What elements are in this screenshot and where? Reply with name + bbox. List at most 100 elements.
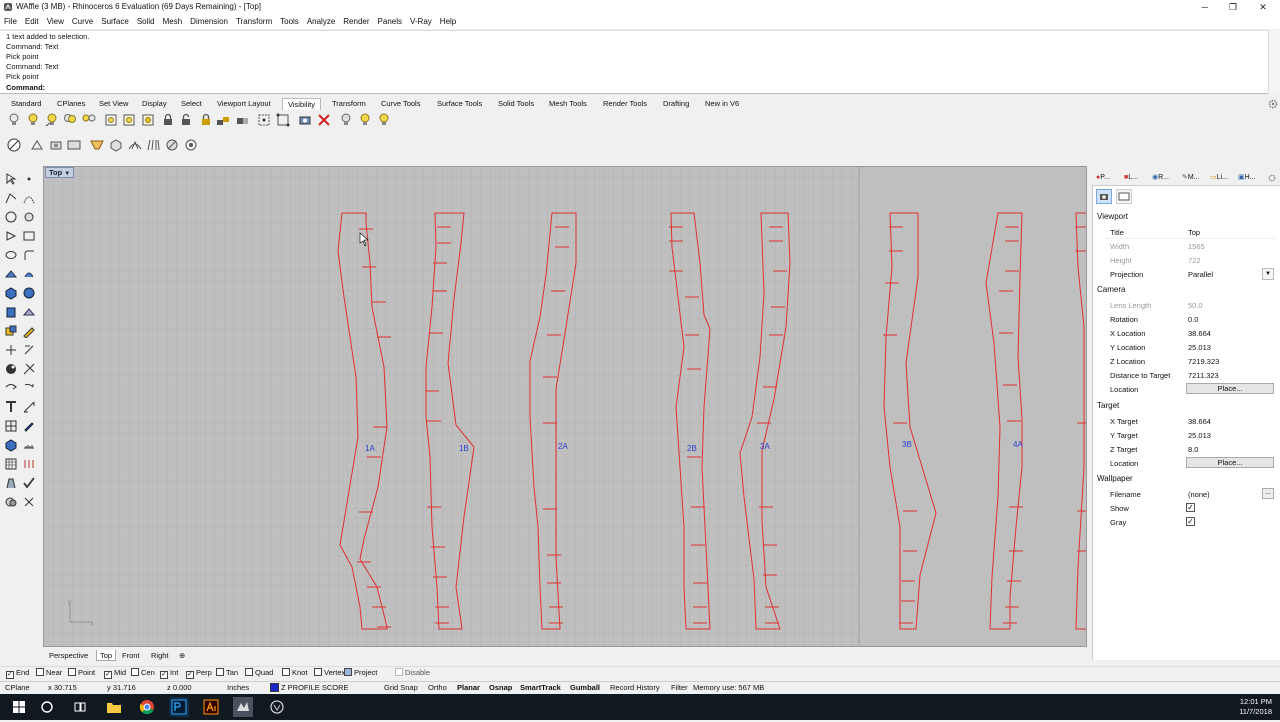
tab-cplanes[interactable]: CPlanes xyxy=(52,98,90,110)
illustrator-icon[interactable] xyxy=(201,697,221,717)
status-layer[interactable]: Z PROFILE SCORE xyxy=(281,683,349,693)
osnap-checkbox[interactable]: ✓ xyxy=(6,671,14,679)
menu-analyze[interactable]: Analyze xyxy=(303,15,339,26)
panel-tab-render[interactable]: ◉R... xyxy=(1152,172,1169,184)
gray-checkbox[interactable]: ✓ xyxy=(1186,517,1195,526)
array-icon[interactable] xyxy=(4,381,18,395)
detail-properties-icon[interactable] xyxy=(1116,189,1132,204)
osnap-mid[interactable]: ✓ Mid xyxy=(104,668,126,679)
filename-browse-button[interactable]: ... xyxy=(1262,488,1274,499)
show-objects-bulb-icon[interactable] xyxy=(6,112,22,128)
lock-icon[interactable] xyxy=(160,112,176,128)
mesh-tool-icon[interactable] xyxy=(22,305,36,319)
menu-tools[interactable]: Tools xyxy=(276,15,303,26)
unlock-icon[interactable] xyxy=(178,112,194,128)
panel-tab-materials[interactable]: ✎M... xyxy=(1182,172,1200,184)
osnap-cen[interactable]: Cen xyxy=(131,668,155,678)
prop-x-target-value[interactable]: 38.664 xyxy=(1188,417,1211,426)
toggle-gumball[interactable]: Gumball xyxy=(570,683,600,693)
prop-rotation-value[interactable]: 0.0 xyxy=(1188,315,1198,324)
toggle-ortho[interactable]: Ortho xyxy=(428,683,447,693)
toggle-record-history[interactable]: Record History xyxy=(610,683,660,693)
lock-selected-icon[interactable] xyxy=(197,112,213,128)
viewport-tab-front[interactable]: Front xyxy=(119,650,143,661)
prop-distance-value[interactable]: 7211.323 xyxy=(1188,371,1219,380)
text-icon[interactable] xyxy=(4,400,18,414)
panel-tab-layers[interactable]: ■L... xyxy=(1124,172,1138,184)
panel-tab-libraries[interactable]: ▭Li... xyxy=(1210,172,1228,184)
add-viewport-tab-button[interactable]: ⊕ xyxy=(176,650,188,661)
chrome-icon[interactable] xyxy=(137,697,157,717)
vray-icon[interactable] xyxy=(267,697,287,717)
projection-chevron-down-icon[interactable]: ▼ xyxy=(1262,268,1274,280)
taskbar-clock[interactable]: 12:01 PM 11/7/2018 xyxy=(1239,697,1272,717)
swap-locked-icon[interactable] xyxy=(215,112,231,128)
solid-box-icon[interactable] xyxy=(4,286,18,300)
tab-curve-tools[interactable]: Curve Tools xyxy=(376,98,425,110)
show-bulb-2-icon[interactable] xyxy=(376,112,392,128)
windows-start-icon[interactable] xyxy=(9,697,29,717)
prop-projection-select[interactable]: Parallel xyxy=(1188,270,1213,279)
menu-help[interactable]: Help xyxy=(436,15,460,26)
osnap-tan[interactable]: Tan xyxy=(216,668,238,678)
analyze-icon[interactable] xyxy=(4,476,18,490)
command-scrollbar[interactable] xyxy=(1268,30,1280,94)
block-icon[interactable] xyxy=(4,419,18,433)
osnap-checkbox[interactable] xyxy=(131,668,139,676)
tab-visibility[interactable]: Visibility xyxy=(282,98,321,110)
osnap-end[interactable]: ✓ End xyxy=(6,668,29,679)
tab-transform[interactable]: Transform xyxy=(327,98,371,110)
show-points-icon[interactable] xyxy=(275,112,291,128)
menu-edit[interactable]: Edit xyxy=(21,15,43,26)
menu-solid[interactable]: Solid xyxy=(133,15,159,26)
file-explorer-icon[interactable] xyxy=(104,697,124,717)
cut-plane-icon[interactable] xyxy=(29,137,45,153)
osnap-checkbox[interactable]: ✓ xyxy=(186,671,194,679)
delete-hidden-icon[interactable] xyxy=(316,112,332,128)
check-icon[interactable] xyxy=(22,476,36,490)
close-button[interactable]: ✕ xyxy=(1246,0,1280,15)
dimension-icon[interactable] xyxy=(22,400,36,414)
tab-display[interactable]: Display xyxy=(137,98,172,110)
hide-camera-icon[interactable] xyxy=(297,112,313,128)
panel-gear-icon[interactable] xyxy=(1268,174,1276,182)
prop-y-target-value[interactable]: 25.013 xyxy=(1188,431,1211,440)
task-view-icon[interactable] xyxy=(70,697,90,717)
zebra-icon[interactable] xyxy=(6,137,22,153)
prop-filename-value[interactable]: (none) xyxy=(1188,490,1210,499)
osnap-quad[interactable]: Quad xyxy=(245,668,273,678)
menu-dimension[interactable]: Dimension xyxy=(186,15,232,26)
boolean-icon[interactable] xyxy=(4,324,18,338)
prop-y-location-value[interactable]: 25.013 xyxy=(1188,343,1211,352)
menu-surface[interactable]: Surface xyxy=(97,15,133,26)
menu-view[interactable]: View xyxy=(43,15,68,26)
ellipse-icon[interactable] xyxy=(4,248,18,262)
hide-in-detail-icon[interactable] xyxy=(103,112,119,128)
panel-tab-properties[interactable]: ●P... xyxy=(1096,172,1110,184)
camera-place-button[interactable]: Place... xyxy=(1186,383,1274,394)
edit-icon[interactable] xyxy=(22,324,36,339)
section-icon[interactable] xyxy=(89,137,105,153)
tab-render-tools[interactable]: Render Tools xyxy=(598,98,652,110)
prop-x-location-value[interactable]: 38.664 xyxy=(1188,329,1211,338)
tab-solid-tools[interactable]: Solid Tools xyxy=(493,98,539,110)
osnap-checkbox[interactable] xyxy=(344,668,352,676)
curve-cv-icon[interactable] xyxy=(22,191,36,205)
tab-set-view[interactable]: Set View xyxy=(94,98,133,110)
osnap-project[interactable]: Project xyxy=(344,668,377,678)
top-viewport[interactable]: 1A 1B 2A 2B 3A 3B 4A y x xyxy=(43,166,1087,647)
point-icon[interactable] xyxy=(22,172,36,186)
snap-icon[interactable] xyxy=(22,495,36,509)
menu-vray[interactable]: V-Ray xyxy=(406,15,436,26)
maximize-button[interactable]: ❐ xyxy=(1216,0,1250,15)
osnap-knot[interactable]: Knot xyxy=(282,668,307,678)
prop-title-value[interactable]: Top xyxy=(1188,228,1200,237)
osnap-point[interactable]: Point xyxy=(68,668,95,678)
menu-transform[interactable]: Transform xyxy=(232,15,276,26)
prop-z-location-value[interactable]: 7219.323 xyxy=(1188,357,1219,366)
hide-bulbs-icon[interactable] xyxy=(81,112,97,128)
solid-sphere-icon[interactable] xyxy=(22,286,36,300)
box-icon[interactable] xyxy=(108,137,124,153)
select-arrow-icon[interactable] xyxy=(4,172,18,186)
toggle-planar[interactable]: Planar xyxy=(457,683,480,693)
